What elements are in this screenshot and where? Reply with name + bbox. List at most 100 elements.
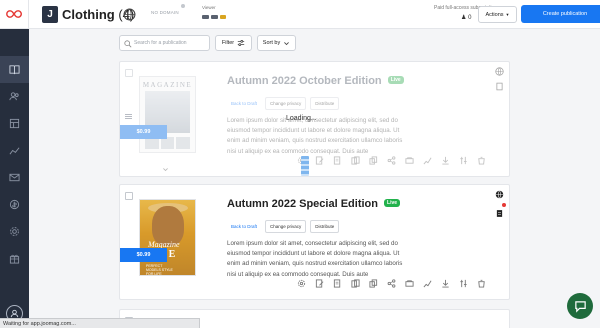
- chevron-down-icon: [284, 41, 290, 45]
- distribute-button[interactable]: Distribute: [310, 220, 340, 233]
- publication-title-text: Autumn 2022 Special Edition: [227, 198, 378, 210]
- settings-icon[interactable]: [297, 279, 306, 288]
- subscription-count: ♟ 0: [461, 14, 471, 21]
- cover-title: MAGAZINE: [142, 81, 193, 89]
- tools-icon[interactable]: [459, 279, 468, 288]
- caret-down-icon: ▼: [505, 12, 510, 17]
- edit-icon[interactable]: [315, 279, 324, 288]
- cover-subtext: PERFECT MODELS STYLE FOR LIFE: [146, 264, 173, 276]
- viewer-label: Viewer: [202, 5, 216, 10]
- publication-description: Lorem ipsum dolor sit amet, consectetur …: [227, 240, 403, 278]
- globe-icon[interactable]: [495, 67, 504, 76]
- grid-icon: [9, 118, 20, 129]
- document-edit-icon[interactable]: [333, 156, 342, 165]
- card-actions: Back to Draft Change privacy Distribute: [227, 97, 340, 110]
- sidebar-item-gifts[interactable]: [0, 245, 29, 272]
- change-privacy-button[interactable]: Change privacy: [265, 220, 307, 233]
- side-icons: [495, 67, 504, 91]
- domain-label[interactable]: NO DOMAIN: [151, 10, 179, 15]
- loading-indicator: Loading...: [286, 115, 317, 122]
- app-badge: J: [42, 6, 58, 23]
- share-icon[interactable]: [387, 279, 396, 288]
- sliders-icon: [237, 40, 245, 46]
- price-tag[interactable]: $0.99: [120, 125, 167, 139]
- pages-icon[interactable]: [351, 279, 360, 288]
- sidebar-item-messages[interactable]: [0, 164, 29, 191]
- filter-button[interactable]: Filter: [215, 35, 252, 51]
- viewer-icons: [202, 15, 226, 19]
- publication-cover[interactable]: Magazine LE PERFECT MODELS STYLE FOR LIF…: [139, 199, 196, 276]
- app-logo-icon[interactable]: [0, 0, 29, 29]
- change-privacy-button[interactable]: Change privacy: [265, 97, 307, 110]
- live-badge: Live: [384, 199, 401, 208]
- tools-icon[interactable]: [459, 156, 468, 165]
- sidebar: [0, 0, 29, 328]
- book-icon: [9, 65, 20, 75]
- back-to-draft-button[interactable]: Back to Draft: [227, 220, 262, 233]
- notification-badge[interactable]: [495, 203, 506, 223]
- stats-icon[interactable]: [423, 279, 432, 288]
- trash-icon[interactable]: [477, 156, 486, 165]
- embed-icon[interactable]: [405, 156, 414, 165]
- card-actions: Back to Draft Change privacy Distribute: [227, 220, 340, 233]
- filter-label: Filter: [221, 40, 235, 46]
- globe-icon[interactable]: [495, 190, 504, 199]
- info-icon[interactable]: [181, 4, 185, 8]
- distribute-button[interactable]: Distribute: [310, 97, 340, 110]
- envelope-icon: [9, 173, 20, 182]
- back-to-draft-button[interactable]: Back to Draft: [227, 97, 262, 110]
- pages-icon[interactable]: [351, 156, 360, 165]
- money-icon: [9, 199, 20, 210]
- sidebar-item-analytics[interactable]: [0, 137, 29, 164]
- publication-title-text: Autumn 2022 October Edition: [227, 75, 382, 87]
- search-icon: [124, 40, 132, 48]
- stats-icon[interactable]: [423, 156, 432, 165]
- loading-spinner: [301, 156, 309, 176]
- publication-title[interactable]: Autumn 2022 October Edition Live: [227, 75, 404, 87]
- share-icon[interactable]: [387, 156, 396, 165]
- copy-icon[interactable]: [369, 279, 378, 288]
- live-badge: Live: [387, 76, 404, 85]
- side-icons: [495, 190, 506, 223]
- download-icon[interactable]: [441, 156, 450, 165]
- actions-button[interactable]: Actions ▼: [478, 6, 517, 23]
- select-checkbox[interactable]: [125, 69, 133, 77]
- sidebar-item-subscribers[interactable]: [0, 83, 29, 110]
- embed-icon[interactable]: [405, 279, 414, 288]
- desktop-view-icon[interactable]: [202, 15, 209, 19]
- sidebar-item-publications[interactable]: [0, 56, 29, 83]
- search-input[interactable]: [134, 37, 208, 49]
- sidebar-item-money[interactable]: [0, 191, 29, 218]
- globe-icon[interactable]: [123, 8, 136, 21]
- chat-icon: [574, 300, 586, 313]
- crown-icon[interactable]: [220, 15, 226, 19]
- top-header: J Clothing (4) NO DOMAIN Viewer Paid ful…: [29, 0, 600, 29]
- price-tag[interactable]: $0.99: [120, 248, 167, 262]
- person-icon: ♟: [461, 15, 467, 21]
- chevron-down-icon[interactable]: [162, 166, 169, 173]
- download-icon[interactable]: [441, 279, 450, 288]
- create-publication-button[interactable]: Create publication: [521, 5, 600, 23]
- publication-cover[interactable]: MAGAZINE: [139, 76, 196, 153]
- tool-row: [297, 279, 486, 288]
- trash-icon[interactable]: [477, 279, 486, 288]
- sort-button[interactable]: Sort by: [257, 35, 296, 51]
- actions-label: Actions: [485, 11, 504, 18]
- gift-icon: [9, 254, 20, 264]
- publication-title[interactable]: Autumn 2022 Special Edition Live: [227, 198, 401, 210]
- document-icon[interactable]: [495, 82, 504, 91]
- edit-icon[interactable]: [315, 156, 324, 165]
- chart-line-icon: [9, 147, 20, 155]
- select-checkbox[interactable]: [125, 192, 133, 200]
- drag-handle[interactable]: [125, 114, 132, 119]
- chat-button[interactable]: [567, 293, 593, 319]
- document-edit-icon[interactable]: [333, 279, 342, 288]
- copy-icon[interactable]: [369, 156, 378, 165]
- search-box[interactable]: [119, 35, 210, 51]
- sidebar-item-settings[interactable]: [0, 218, 29, 245]
- sidebar-item-library[interactable]: [0, 110, 29, 137]
- users-icon: [9, 92, 19, 101]
- subscription-count-value: 0: [468, 15, 472, 21]
- browser-status-bar: Waiting for app.joomag.com...: [0, 318, 200, 328]
- tablet-view-icon[interactable]: [211, 15, 218, 19]
